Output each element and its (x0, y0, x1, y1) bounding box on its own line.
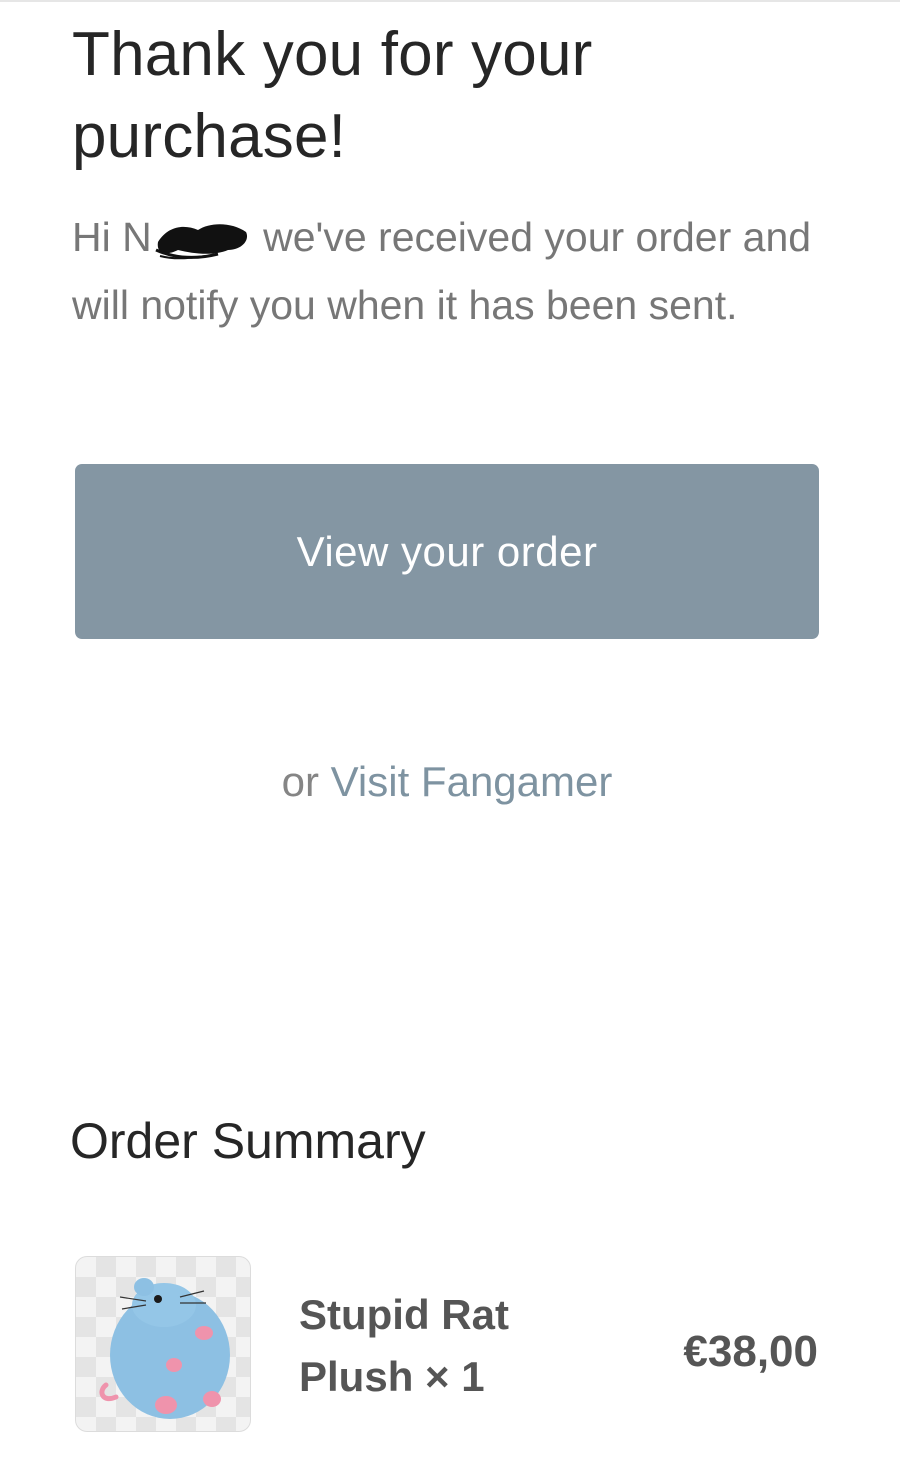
product-thumbnail (75, 1256, 251, 1432)
alternate-link-row: or Visit Fangamer (0, 752, 894, 812)
redacted-name-scribble (154, 220, 250, 260)
order-confirmation-message: Hi N we've received your order and will … (72, 203, 842, 339)
order-summary-heading: Order Summary (70, 1113, 426, 1169)
top-divider (0, 0, 900, 2)
order-item-price: €38,00 (683, 1327, 818, 1376)
item-quantity-text: × 1 (425, 1353, 485, 1400)
or-text: or (281, 758, 319, 805)
rat-plush-icon (99, 1278, 230, 1419)
visit-fangamer-link[interactable]: Visit Fangamer (331, 758, 613, 805)
page-title: Thank you for your purchase! (72, 20, 593, 171)
view-order-button[interactable]: View your order (75, 464, 819, 639)
order-item-name: Stupid Rat Plush × 1 (299, 1284, 589, 1408)
greeting-prefix: Hi N (72, 214, 152, 260)
